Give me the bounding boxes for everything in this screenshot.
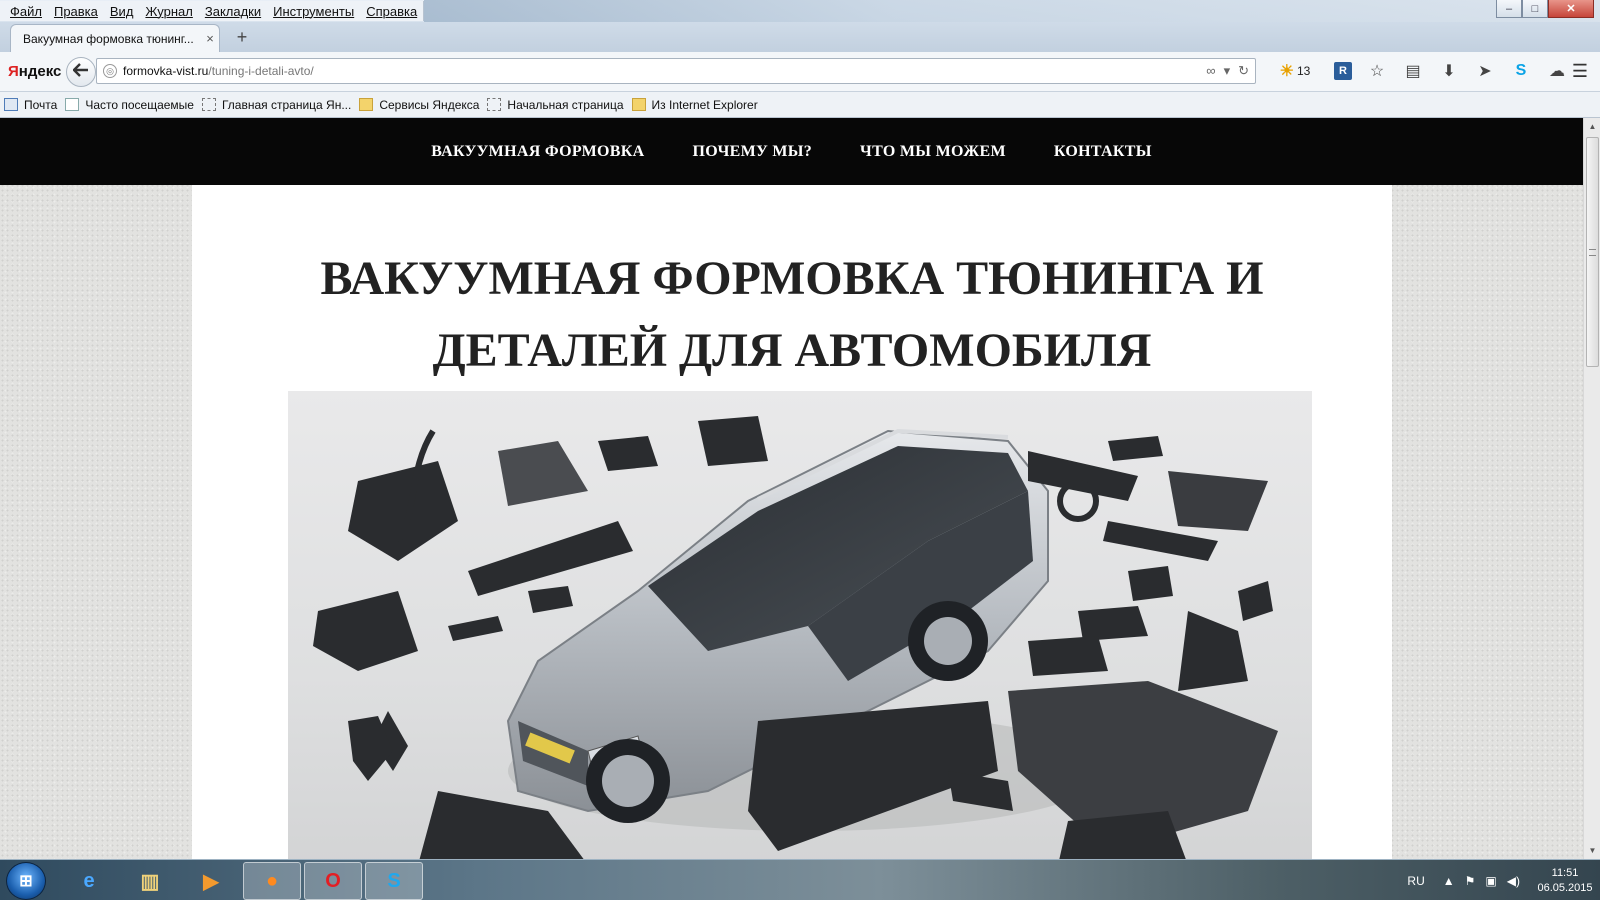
weather-widget[interactable]: ☀ 13 [1270, 60, 1320, 82]
menu-help[interactable]: Справка [360, 4, 423, 19]
content-area: ВАКУУМНАЯ ФОРМОВКА ТЮНИНГА И ДЕТАЛЕЙ ДЛЯ… [192, 185, 1392, 859]
close-window-button[interactable]: ✕ [1548, 0, 1594, 18]
bookmark-label: Главная страница Ян... [221, 97, 352, 112]
menu-list: Файл Правка Вид Журнал Закладки Инструме… [0, 1, 425, 21]
send-icon[interactable]: ➤ [1474, 60, 1496, 82]
minimize-button[interactable]: – [1496, 0, 1522, 18]
bookmark-mail[interactable]: Почта [4, 98, 57, 112]
network-icon[interactable]: ▣ [1485, 874, 1496, 888]
tab-title: Вакуумная формовка тюнинг... [23, 31, 194, 46]
bookmark-star-icon[interactable]: ☆ [1366, 60, 1388, 82]
bookmark-yandex-home[interactable]: Главная страница Ян... [201, 97, 352, 112]
bookmark-from-ie[interactable]: Из Internet Explorer [631, 97, 758, 112]
scroll-down-icon[interactable]: ▼ [1584, 842, 1600, 859]
title-line-1: ВАКУУМНАЯ ФОРМОВКА ТЮНИНГА И [320, 252, 1264, 305]
logo-rest: ндекс [18, 63, 62, 80]
logo-letter: Я [8, 63, 19, 80]
windows-taskbar: ⊞ e ▥ ▶ ● O S RU ▲ ⚑ ▣ ◀) 11:51 06.05.20… [0, 859, 1600, 900]
firefox-icon[interactable]: ● [243, 862, 301, 900]
nav-vacuum-forming[interactable]: ВАКУУМНАЯ ФОРМОВКА [431, 143, 644, 161]
file-explorer-icon[interactable]: ▥ [121, 862, 179, 900]
scroll-up-icon[interactable]: ▲ [1584, 118, 1600, 135]
folder-icon [359, 98, 374, 111]
title-line-2: ДЕТАЛЕЙ ДЛЯ АВТОМОБИЛЯ [432, 324, 1152, 377]
bookmark-most-visited[interactable]: Часто посещаемые [65, 98, 194, 112]
url-domain: formovka-vist.ru [123, 64, 209, 78]
action-center-flag-icon[interactable]: ⚑ [1465, 874, 1476, 888]
skype-addon-icon[interactable]: S [1510, 60, 1532, 82]
navigation-toolbar: Яндекс ◎ formovka-vist.ru/tuning-i-detal… [0, 52, 1600, 92]
site-identity-icon[interactable]: ◎ [103, 64, 117, 78]
menu-edit[interactable]: Правка [48, 4, 104, 19]
opera-icon[interactable]: O [304, 862, 362, 900]
menu-file[interactable]: Файл [4, 4, 48, 19]
car-with-parts-illustration [313, 416, 1278, 859]
yandex-logo[interactable]: Яндекс [0, 63, 64, 80]
bookmarks-bar: Почта Часто посещаемые Главная страница … [0, 92, 1600, 118]
scrollbar-thumb[interactable] [1586, 137, 1599, 367]
language-indicator[interactable]: RU [1407, 874, 1424, 888]
reader-glasses-icon[interactable]: ∞ [1206, 63, 1215, 79]
volume-icon[interactable]: ◀) [1507, 874, 1520, 888]
bookmark-yandex-services[interactable]: Сервисы Яндекса [359, 98, 479, 112]
weather-sun-icon: ☀ [1279, 63, 1294, 80]
clock[interactable]: 11:51 06.05.2015 [1530, 866, 1600, 896]
tab-close-icon[interactable]: × [201, 31, 219, 46]
bookmark-label: Начальная страница [507, 97, 624, 112]
nav-what-we-can[interactable]: ЧТО МЫ МОЖЕМ [860, 143, 1006, 161]
page-icon [65, 98, 80, 111]
maximize-button[interactable]: □ [1522, 0, 1548, 18]
downloads-icon[interactable]: ⬇ [1438, 60, 1460, 82]
clock-date: 06.05.2015 [1537, 881, 1593, 894]
page-viewport: ВАКУУМНАЯ ФОРМОВКА ПОЧЕМУ МЫ? ЧТО МЫ МОЖ… [0, 118, 1583, 859]
url-path: /tuning-i-detali-avto/ [208, 64, 314, 78]
menu-view[interactable]: Вид [104, 4, 140, 19]
folder-icon [631, 98, 646, 111]
menu-bookmarks[interactable]: Закладки [199, 4, 267, 19]
vertical-scrollbar[interactable]: ▲ ▼ [1583, 118, 1600, 859]
grip-icon [1589, 248, 1596, 256]
menu-tools[interactable]: Инструменты [267, 4, 360, 19]
window-controls: – □ ✕ [1496, 0, 1594, 18]
internet-explorer-icon[interactable]: e [60, 862, 118, 900]
address-bar[interactable]: ◎ formovka-vist.ru/tuning-i-detali-avto/… [96, 58, 1256, 84]
weather-temperature: 13 [1296, 64, 1311, 78]
reload-icon[interactable]: ↻ [1238, 63, 1249, 79]
media-player-icon[interactable]: ▶ [182, 862, 240, 900]
hamburger-menu-icon[interactable]: ☰ [1572, 61, 1588, 82]
url-actions: ∞ ▾ ↻ [1206, 63, 1249, 79]
show-hidden-icons-icon[interactable]: ▲ [1443, 874, 1455, 888]
tab-strip: Вакуумная формовка тюнинг... × + [0, 22, 1600, 52]
page-title: ВАКУУМНАЯ ФОРМОВКА ТЮНИНГА И ДЕТАЛЕЙ ДЛЯ… [192, 243, 1392, 387]
background-window-area [424, 0, 1600, 22]
menu-bar: Файл Правка Вид Журнал Закладки Инструме… [0, 0, 1600, 22]
site-navigation: ВАКУУМНАЯ ФОРМОВКА ПОЧЕМУ МЫ? ЧТО МЫ МОЖ… [0, 118, 1583, 185]
start-button[interactable]: ⊞ [6, 862, 46, 900]
bookmark-label: Часто посещаемые [85, 97, 194, 112]
rutracker-addon-icon[interactable]: R [1334, 62, 1352, 80]
tab-active[interactable]: Вакуумная формовка тюнинг... × [10, 24, 220, 52]
bookmark-label: Почта [24, 97, 58, 112]
skype-icon[interactable]: S [365, 862, 423, 900]
system-tray: RU ▲ ⚑ ▣ ◀) 11:51 06.05.2015 [1407, 860, 1600, 900]
bookmark-start-page[interactable]: Начальная страница [487, 97, 624, 112]
dashed-page-icon [487, 98, 502, 111]
menu-history[interactable]: Журнал [139, 4, 198, 19]
hero-image-car-parts [288, 391, 1312, 859]
bookmark-label: Из Internet Explorer [651, 97, 758, 112]
mail-icon [4, 98, 18, 111]
nav-why-us[interactable]: ПОЧЕМУ МЫ? [692, 143, 812, 161]
bookmarks-list-icon[interactable]: ▤ [1402, 60, 1424, 82]
bookmark-label: Сервисы Яндекса [379, 97, 480, 112]
dashed-page-icon [201, 98, 216, 111]
chat-icon[interactable]: ☁ [1546, 60, 1568, 82]
nav-contacts[interactable]: КОНТАКТЫ [1054, 143, 1152, 161]
clock-time: 11:51 [1551, 866, 1579, 879]
back-button[interactable] [66, 56, 96, 87]
toolbar-icons: ☀ 13 R ☆ ▤ ⬇ ➤ S ☁ [1270, 60, 1568, 82]
new-tab-button[interactable]: + [232, 28, 252, 48]
dropdown-arrow-icon[interactable]: ▾ [1224, 63, 1231, 79]
back-arrow-icon [72, 61, 89, 82]
